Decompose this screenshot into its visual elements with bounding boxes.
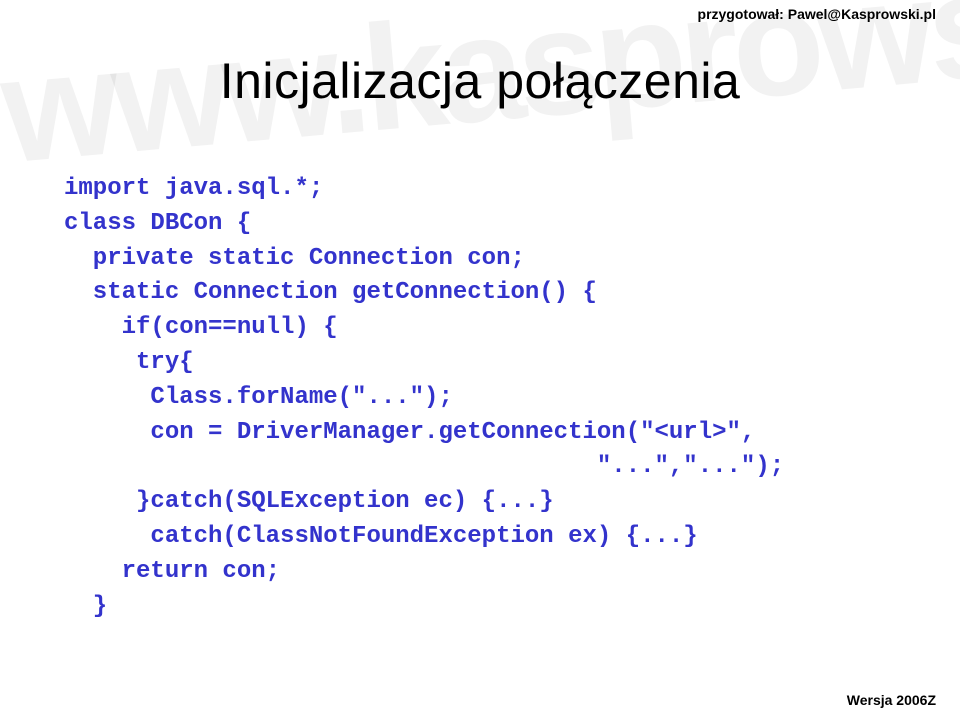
code-block: import java.sql.*; class DBCon { private… (64, 172, 784, 624)
header-credit: przygotował: Pawel@Kasprowski.pl (698, 6, 936, 22)
footer-version: Wersja 2006Z (847, 692, 936, 708)
slide: www.kasprowski.pl przygotował: Pawel@Kas… (0, 0, 960, 716)
slide-title: Inicjalizacja połączenia (0, 52, 960, 110)
